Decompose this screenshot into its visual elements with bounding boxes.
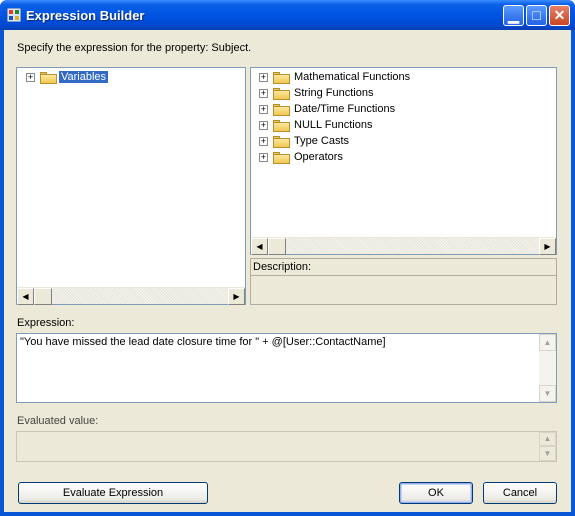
expression-builder-icon	[7, 8, 21, 22]
expression-text: "You have missed the lead date closure t…	[20, 336, 386, 348]
minimize-button[interactable]: ▁	[503, 5, 524, 26]
tree-node-label: String Functions	[294, 87, 374, 99]
folder-icon	[273, 152, 290, 164]
close-button[interactable]: ✕	[549, 5, 570, 26]
evaluated-value-label: Evaluated value:	[17, 415, 99, 427]
title-bar[interactable]: Expression Builder ▁ □ ✕	[0, 0, 575, 30]
cancel-button[interactable]: Cancel	[483, 482, 557, 504]
tree-node-null-functions[interactable]: + NULL Functions	[259, 118, 539, 134]
evaluated-value-textbox: ▲ ▼	[16, 431, 557, 462]
vertical-scrollbar: ▲ ▼	[539, 432, 556, 461]
folder-icon	[273, 120, 290, 132]
dialog-client-area: Specify the expression for the property:…	[4, 30, 571, 512]
expand-icon[interactable]: +	[259, 73, 268, 82]
scroll-down-button[interactable]: ▼	[539, 385, 556, 402]
tree-node-variables[interactable]: + Variables	[26, 70, 226, 86]
expand-icon[interactable]: +	[259, 121, 268, 130]
horizontal-scrollbar[interactable]: ◀ ▶	[17, 287, 245, 305]
folder-icon	[273, 88, 290, 100]
expand-icon[interactable]: +	[259, 105, 268, 114]
tree-node-string-functions[interactable]: + String Functions	[259, 86, 539, 102]
tree-node-datetime-functions[interactable]: + Date/Time Functions	[259, 102, 539, 118]
vertical-scrollbar[interactable]: ▲ ▼	[539, 334, 556, 402]
scroll-left-button[interactable]: ◀	[17, 288, 34, 305]
folder-icon	[273, 72, 290, 84]
tree-node-mathematical-functions[interactable]: + Mathematical Functions	[259, 70, 539, 86]
scroll-up-button: ▲	[539, 432, 556, 446]
description-header: Description:	[251, 259, 556, 276]
expand-icon[interactable]: +	[259, 89, 268, 98]
scroll-right-button[interactable]: ▶	[539, 238, 556, 255]
folder-icon	[273, 136, 290, 148]
tree-node-type-casts[interactable]: + Type Casts	[259, 134, 539, 150]
scroll-thumb[interactable]	[268, 238, 286, 255]
functions-tree[interactable]: + Mathematical Functions + String Functi…	[250, 67, 557, 255]
folder-icon	[273, 104, 290, 116]
maximize-icon: □	[532, 7, 541, 23]
scroll-up-button[interactable]: ▲	[539, 334, 556, 351]
expression-label: Expression:	[17, 317, 75, 329]
expand-icon[interactable]: +	[259, 137, 268, 146]
tree-node-label: Mathematical Functions	[294, 71, 411, 83]
tree-node-operators[interactable]: + Operators	[259, 150, 539, 166]
horizontal-scrollbar[interactable]: ◀ ▶	[251, 237, 556, 255]
evaluate-expression-button[interactable]: Evaluate Expression	[18, 482, 208, 504]
tree-node-label: Type Casts	[294, 135, 350, 147]
expression-builder-window: Expression Builder ▁ □ ✕ Specify the exp…	[0, 0, 575, 516]
variables-tree[interactable]: + Variables ◀ ▶	[16, 67, 246, 305]
instruction-text: Specify the expression for the property:…	[17, 42, 252, 54]
tree-node-label: Date/Time Functions	[294, 103, 396, 115]
window-title: Expression Builder	[26, 8, 145, 23]
expand-icon[interactable]: +	[26, 73, 35, 82]
description-panel: Description:	[250, 258, 557, 305]
maximize-button[interactable]: □	[526, 5, 547, 26]
scroll-right-button[interactable]: ▶	[228, 288, 245, 305]
tree-node-label: Operators	[294, 151, 343, 163]
scroll-thumb[interactable]	[34, 288, 52, 305]
tree-node-label: Variables	[59, 71, 109, 83]
folder-open-icon	[40, 72, 57, 84]
description-label: Description:	[253, 261, 312, 273]
scroll-left-button[interactable]: ◀	[251, 238, 268, 255]
ok-button[interactable]: OK	[399, 482, 473, 504]
expand-icon[interactable]: +	[259, 153, 268, 162]
scroll-down-button: ▼	[539, 446, 556, 461]
minimize-icon: ▁	[508, 7, 519, 23]
tree-node-label: NULL Functions	[294, 119, 373, 131]
close-icon: ✕	[553, 7, 566, 23]
expression-textbox[interactable]: "You have missed the lead date closure t…	[16, 333, 557, 403]
